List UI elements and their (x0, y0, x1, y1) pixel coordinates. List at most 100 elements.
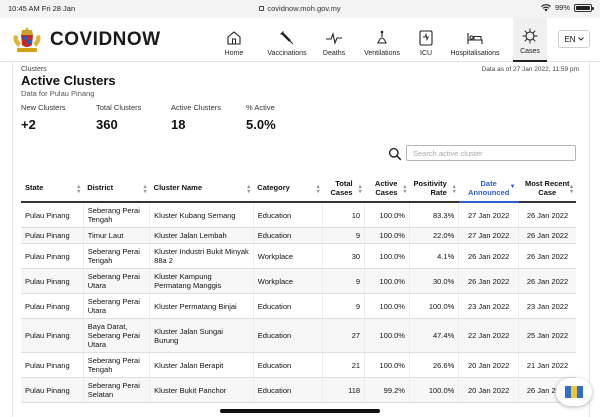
table-cell: Pulau Pinang (21, 202, 84, 228)
table-cell: Timur Laut (83, 227, 151, 244)
search-input[interactable] (406, 145, 576, 161)
table-cell: 27 Jan 2022 (458, 202, 520, 228)
column-header[interactable]: Active Cases ▴ ▾ (364, 174, 410, 203)
sort-icon[interactable]: ▴ ▾ (453, 184, 456, 195)
column-header[interactable]: District ▴ ▾ (83, 174, 150, 203)
logo[interactable]: COVIDNOW (12, 27, 161, 53)
brand-name: COVIDNOW (50, 29, 161, 50)
nav-vaccinations[interactable]: Vaccinations (259, 18, 315, 62)
floating-flag-button[interactable] (556, 378, 592, 406)
sort-icon[interactable]: ▴ ▾ (247, 184, 250, 195)
column-header[interactable]: Category ▴ ▾ (253, 174, 323, 203)
syringe-icon (280, 31, 294, 45)
nav-icu[interactable]: ICU (411, 18, 441, 62)
page-subtitle: Data for Pulau Pinang (21, 89, 95, 98)
sort-icon[interactable]: ▴ ▾ (403, 184, 406, 195)
table-row[interactable]: Pulau Pinang Seberang Perai Utara Kluster … (21, 268, 576, 294)
table-cell: Education (253, 377, 324, 403)
coat-of-arms-icon (13, 27, 41, 52)
table-cell: 100.0% (364, 227, 410, 244)
address-bar[interactable]: covidnow.moh.gov.my (0, 4, 600, 13)
column-header[interactable]: Date Announced ▼ (458, 174, 519, 203)
table-row[interactable]: Pulau Pinang Seberang Perai Tengah Kluster… (21, 243, 576, 269)
table-cell: 9 (322, 268, 366, 294)
table-cell: 21 (322, 352, 366, 378)
table-cell: 21 Jan 2022 (518, 352, 576, 378)
nav-home[interactable]: Home (221, 18, 247, 62)
table-row[interactable]: Pulau Pinang Baya Darat, Seberang Perai U… (21, 318, 576, 353)
table-cell: 100.0% (409, 293, 460, 319)
table-cell: Pulau Pinang (21, 293, 84, 319)
table-cell: Kluster Industri Bukit Minyak 88a 2 (149, 243, 254, 269)
stat-label: % Active (246, 103, 275, 112)
column-header[interactable]: State ▴ ▾ (21, 174, 84, 203)
table-cell: Education (253, 202, 324, 228)
table-cell: 26 Jan 2022 (518, 202, 576, 228)
table-cell: 22 Jan 2022 (458, 318, 520, 353)
table-row[interactable]: Pulau Pinang Timur Laut Kluster Jalan Lemb… (21, 227, 576, 244)
column-header[interactable]: Cluster Name ▴ ▾ (149, 174, 254, 203)
table-cell: Pulau Pinang (21, 243, 84, 269)
sort-icon[interactable]: ▼ (510, 184, 516, 190)
battery-percent: 99% (554, 3, 570, 12)
table-cell: Seberang Perai Selatan (83, 377, 151, 403)
column-header-label: Positivity Rate (413, 178, 447, 197)
table-cell: Education (253, 352, 324, 378)
nav-cases[interactable]: Cases (513, 18, 547, 62)
app-header: COVIDNOW Home Vaccinations Deaths Ventil… (0, 18, 600, 62)
table-row[interactable]: Pulau Pinang Seberang Perai Tengah Kluster… (21, 202, 576, 228)
nav-deaths[interactable]: Deaths (315, 18, 353, 62)
table-row[interactable]: Pulau Pinang Seberang Perai Utara Kluster … (21, 293, 576, 319)
sort-icon[interactable]: ▴ ▾ (144, 184, 147, 195)
table-cell: 100.0% (364, 318, 410, 353)
table-cell: 20 Jan 2022 (458, 377, 520, 403)
sort-icon[interactable]: ▴ ▾ (77, 184, 80, 195)
nav-ventilations[interactable]: Ventilations (353, 18, 411, 62)
stat-label: New Clusters (21, 103, 66, 112)
wifi-icon (540, 3, 551, 11)
table-cell: 27 (322, 318, 366, 353)
table-cell: 22.0% (409, 227, 460, 244)
nav-hospitalisations[interactable]: Hospitalisations (445, 18, 505, 62)
page-title: Active Clusters (21, 73, 116, 88)
language-select[interactable]: EN (558, 30, 590, 48)
stat-value: +2 (21, 117, 36, 132)
table-cell: 25 Jan 2022 (518, 318, 576, 353)
table-header-row: State ▴ ▾ District ▴ ▾ Cluster Name ▴ ▾ Catego… (21, 174, 576, 203)
column-header[interactable]: Most Recent Case ▴ ▾ (518, 174, 576, 203)
table-cell: Seberang Perai Tengah (83, 352, 151, 378)
table-cell: 27 Jan 2022 (458, 227, 520, 244)
sort-icon[interactable]: ▴ ▾ (359, 184, 362, 195)
breadcrumb[interactable]: Clusters (21, 66, 47, 73)
table-cell: 10 (322, 202, 366, 228)
column-header-label: Cluster Name (153, 183, 203, 192)
column-header[interactable]: Total Cases ▴ ▾ (322, 174, 365, 203)
table-cell: 30.0% (409, 268, 460, 294)
column-header-label: Date Announced (468, 178, 510, 197)
clusters-table: State ▴ ▾ District ▴ ▾ Cluster Name ▴ ▾ Catego… (21, 174, 576, 403)
main-content: Clusters Data as of 27 Jan 2022, 11:59 p… (12, 62, 590, 417)
table-cell: 100.0% (364, 202, 410, 228)
nav-label-icu: ICU (419, 50, 433, 57)
table-cell: Pulau Pinang (21, 318, 84, 353)
column-header[interactable]: Positivity Rate ▴ ▾ (409, 174, 459, 203)
table-cell: Workplace (253, 243, 324, 269)
sort-icon[interactable]: ▴ ▾ (317, 184, 320, 195)
table-row[interactable]: Pulau Pinang Seberang Perai Tengah Kluster… (21, 352, 576, 378)
search-icon[interactable] (388, 147, 402, 161)
table-row[interactable]: Pulau Pinang Seberang Perai Selatan Kluste… (21, 377, 576, 403)
column-header-label: Total Cases (330, 178, 353, 197)
table-cell: Kluster Bukit Panchor (149, 377, 254, 403)
sort-icon[interactable]: ▴ ▾ (570, 184, 573, 195)
table-cell: 4.1% (409, 243, 460, 269)
flag-icon (565, 386, 583, 398)
table-cell: Education (253, 227, 324, 244)
stat-percent-active: % Active 5.0% (246, 103, 321, 132)
column-header-label: State (25, 183, 44, 192)
table-cell: Seberang Perai Utara (83, 293, 151, 319)
table-cell: 100.0% (364, 352, 410, 378)
stat-label: Active Clusters (171, 103, 222, 112)
table-cell: Baya Darat, Seberang Perai Utara (83, 318, 151, 353)
virus-icon (522, 28, 538, 44)
table-cell: Kluster Kampung Permatang Manggis (149, 268, 254, 294)
